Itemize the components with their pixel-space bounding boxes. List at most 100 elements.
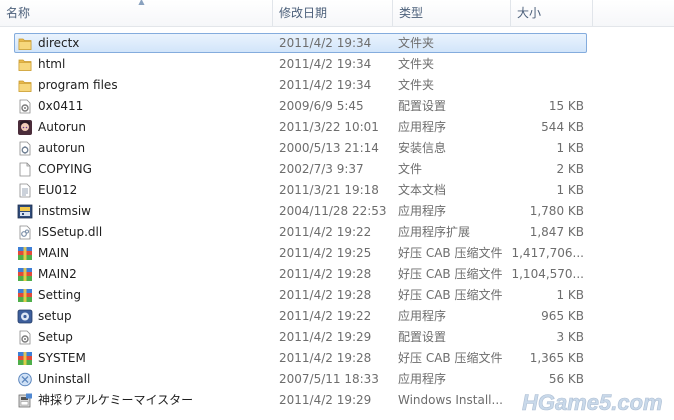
file-size: 15 KB	[548, 99, 584, 113]
file-row[interactable]: ISSetup.dll 2011/4/2 19:22 应用程序扩展 1,847 KB	[0, 222, 674, 243]
file-modified-date: 2011/4/2 19:25	[279, 246, 372, 260]
file-modified-date: 2011/4/2 19:34	[279, 57, 372, 71]
sort-ascending-icon: ▲	[138, 0, 145, 6]
file-name[interactable]: Setup	[38, 327, 73, 348]
file-name[interactable]: 神採りアルケミーマイスター	[38, 390, 193, 411]
file-type: 配置设置	[398, 330, 447, 344]
file-modified-date: 2000/5/13 21:14	[279, 141, 379, 155]
column-header-size[interactable]: 大小	[510, 0, 592, 26]
file-size: 1,780 KB	[529, 204, 584, 218]
file-size: 1 KB	[556, 288, 584, 302]
file-name[interactable]: program files	[38, 75, 118, 96]
file-type: 好压 CAB 压缩文件	[398, 288, 503, 302]
anime-app-icon	[17, 120, 33, 135]
file-row[interactable]: autorun 2000/5/13 21:14 安装信息 1 KB	[0, 138, 674, 159]
file-name[interactable]: MAIN	[38, 243, 69, 264]
column-header-date-label: 修改日期	[279, 6, 328, 20]
file-type: 配置设置	[398, 99, 447, 113]
file-modified-date: 2011/4/2 19:29	[279, 330, 372, 344]
file-name[interactable]: 0x0411	[38, 96, 83, 117]
file-size: 2 KB	[556, 162, 584, 176]
column-header-type-label: 类型	[399, 6, 424, 20]
file-name[interactable]: autorun	[38, 138, 85, 159]
file-type: 文件夹	[398, 57, 435, 71]
column-header-size-label: 大小	[517, 6, 542, 20]
file-type: 应用程序	[398, 372, 447, 386]
file-type: 好压 CAB 压缩文件	[398, 351, 503, 365]
file-name[interactable]: EU012	[38, 180, 77, 201]
file-row[interactable]: SYSTEM 2011/4/2 19:28 好压 CAB 压缩文件 1,365 KB	[0, 348, 674, 369]
file-row[interactable]: MAIN 2011/4/2 19:25 好压 CAB 压缩文件 1,417,706..…	[0, 243, 674, 264]
file-type: 应用程序	[398, 204, 447, 218]
file-row[interactable]: program files 2011/4/2 19:34 文件夹	[0, 75, 674, 96]
msi-installer-icon	[17, 393, 33, 408]
file-name[interactable]: Uninstall	[38, 369, 90, 390]
blank-file-icon	[17, 162, 33, 177]
file-row[interactable]: instmsiw 2004/11/28 22:53 应用程序 1,780 KB	[0, 201, 674, 222]
file-size: 3 KB	[556, 330, 584, 344]
settings-file-icon	[17, 330, 33, 345]
file-name[interactable]: Setting	[38, 285, 81, 306]
file-row[interactable]: Uninstall 2007/5/11 18:33 应用程序 56 KB	[0, 369, 674, 390]
file-type: 好压 CAB 压缩文件	[398, 267, 503, 281]
file-type: 文本文档	[398, 183, 447, 197]
archive-icon	[17, 288, 33, 303]
file-row[interactable]: 0x0411 2009/6/9 5:45 配置设置 15 KB	[0, 96, 674, 117]
column-header-date[interactable]: 修改日期	[272, 0, 392, 26]
file-modified-date: 2011/4/2 19:28	[279, 351, 372, 365]
file-modified-date: 2011/4/2 19:28	[279, 288, 372, 302]
file-row[interactable]: MAIN2 2011/4/2 19:28 好压 CAB 压缩文件 1,104,570.…	[0, 264, 674, 285]
setup-info-icon	[17, 141, 33, 156]
file-row[interactable]: html 2011/4/2 19:34 文件夹	[0, 54, 674, 75]
column-header-filler	[592, 0, 674, 26]
file-name[interactable]: Autorun	[38, 117, 86, 138]
text-file-icon	[17, 183, 33, 198]
folder-icon	[17, 57, 33, 72]
file-size: 1,417,706...	[511, 246, 584, 260]
file-type: Windows Install...	[398, 393, 503, 407]
file-name[interactable]: instmsiw	[38, 201, 91, 222]
file-row[interactable]: Autorun 2011/3/22 10:01 应用程序 544 KB	[0, 117, 674, 138]
file-name[interactable]: ISSetup.dll	[38, 222, 102, 243]
file-row[interactable]: directx 2011/4/2 19:34 文件夹	[0, 33, 674, 54]
file-size: 1,365 KB	[529, 351, 584, 365]
file-size: 1 KB	[556, 183, 584, 197]
file-type: 应用程序	[398, 309, 447, 323]
file-row[interactable]: EU012 2011/3/21 19:18 文本文档 1 KB	[0, 180, 674, 201]
file-modified-date: 2011/3/22 10:01	[279, 120, 379, 134]
column-header-type[interactable]: 类型	[392, 0, 510, 26]
folder-icon	[17, 36, 33, 51]
file-name[interactable]: setup	[38, 306, 72, 327]
archive-icon	[17, 267, 33, 282]
file-modified-date: 2009/6/9 5:45	[279, 99, 364, 113]
settings-file-icon	[17, 99, 33, 114]
file-modified-date: 2011/4/2 19:22	[279, 225, 372, 239]
dll-file-icon	[17, 225, 33, 240]
setup-app-icon	[17, 309, 33, 324]
archive-icon	[17, 246, 33, 261]
file-name[interactable]: directx	[38, 33, 79, 54]
file-modified-date: 2004/11/28 22:53	[279, 204, 387, 218]
file-row[interactable]: setup 2011/4/2 19:22 应用程序 965 KB	[0, 306, 674, 327]
file-modified-date: 2002/7/3 9:37	[279, 162, 364, 176]
file-size: 56 KB	[548, 372, 584, 386]
file-name[interactable]: html	[38, 54, 65, 75]
file-modified-date: 2011/4/2 19:28	[279, 267, 372, 281]
column-header-name[interactable]: 名称	[0, 0, 272, 26]
file-modified-date: 2011/4/2 19:34	[279, 36, 372, 50]
svg-text:HGame5.com: HGame5.com	[522, 390, 663, 415]
file-size: 965 KB	[541, 309, 584, 323]
file-modified-date: 2011/4/2 19:22	[279, 309, 372, 323]
file-row[interactable]: Setting 2011/4/2 19:28 好压 CAB 压缩文件 1 KB	[0, 285, 674, 306]
file-size: 1,104,570...	[511, 267, 584, 281]
file-modified-date: 2007/5/11 18:33	[279, 372, 379, 386]
file-type: 好压 CAB 压缩文件	[398, 246, 503, 260]
archive-icon	[17, 351, 33, 366]
file-name[interactable]: SYSTEM	[38, 348, 86, 369]
file-name[interactable]: MAIN2	[38, 264, 77, 285]
column-header-bar: 名称 ▲ 修改日期 类型 大小	[0, 0, 674, 27]
file-name[interactable]: COPYING	[38, 159, 92, 180]
file-row[interactable]: Setup 2011/4/2 19:29 配置设置 3 KB	[0, 327, 674, 348]
watermark-logo: HGame5.com	[522, 390, 663, 416]
file-row[interactable]: COPYING 2002/7/3 9:37 文件 2 KB	[0, 159, 674, 180]
